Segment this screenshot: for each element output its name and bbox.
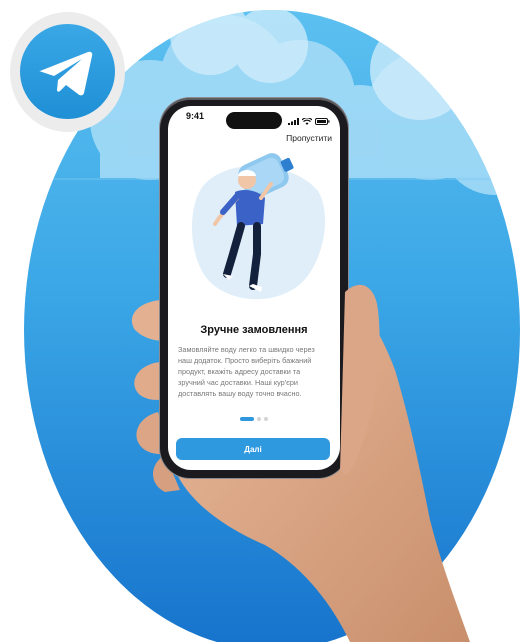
promo-stage: 9:41 Пропустити Зручне замовлення Замовл… <box>0 0 525 642</box>
next-button[interactable]: Далі <box>176 438 330 460</box>
pagination-dot[interactable] <box>264 417 268 421</box>
battery-icon <box>315 112 330 130</box>
iphone-mockup: 9:41 Пропустити Зручне замовлення Замовл… <box>160 98 348 478</box>
onboarding-title: Зручне замовлення <box>200 324 308 336</box>
skip-link[interactable]: Пропустити <box>286 133 332 143</box>
app-screen: 9:41 Пропустити Зручне замовлення Замовл… <box>168 106 340 470</box>
courier-illustration <box>191 153 326 300</box>
onboarding-description: Замовляйте воду легко та швидко через на… <box>178 345 315 398</box>
pagination-dots <box>240 417 268 421</box>
dynamic-island <box>226 112 282 129</box>
status-icons <box>288 112 330 130</box>
status-time: 9:41 <box>186 111 205 121</box>
pagination-dot-active[interactable] <box>240 417 254 421</box>
pagination-dot[interactable] <box>257 417 261 421</box>
cellular-signal-icon <box>288 112 299 130</box>
wifi-icon <box>301 112 313 130</box>
